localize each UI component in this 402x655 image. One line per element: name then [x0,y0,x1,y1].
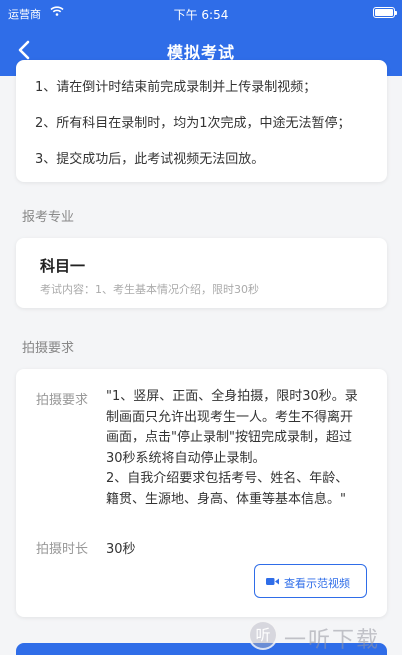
subject-name: 科目一 [40,257,86,275]
requirements-line: 2、自我介绍要求包括考号、姓名、年龄、 [106,471,349,486]
major-section-label: 报考专业 [22,210,75,225]
shooting-requirements-card: 拍摄要求 "1、竖屏、正面、全身拍摄，限时30秒。录 制画面只允许出现考生一人。… [16,369,387,617]
note-item: 2、所有科目在录制时，均为1次完成，中途无法暂停； [35,116,351,131]
watermark-logo: 听 [248,620,278,650]
requirements-line: 画面，点击"停止录制"按钮完成录制，超过 [106,430,352,445]
subject-card[interactable]: 科目一 考试内容：1、考生基本情况介绍，限时30秒 [16,238,387,308]
status-time: 下午 6:54 [173,8,229,22]
status-bar: 运营商 下午 6:54 [0,0,402,26]
duration-value: 30秒 [106,542,136,557]
watermark: 听 一听下载 [248,616,398,654]
note-item: 1、请在倒计时结束前完成录制并上传录制视频； [35,80,317,95]
requirements-text: "1、竖屏、正面、全身拍摄，限时30秒。录 制画面只允许出现考生一人。考生不得离… [106,387,372,510]
requirements-line: 制画面只允许出现考生一人。考生不得离开 [106,409,354,425]
note-item: 3、提交成功后，此考试视频无法回放。 [35,152,265,167]
view-demo-video-button[interactable]: 查看示范视频 [254,564,367,598]
exam-notes-card: 1、请在倒计时结束前完成录制并上传录制视频； 2、所有科目在录制时，均为1次完成… [16,60,387,182]
shooting-section-label: 拍摄要求 [22,341,75,356]
requirements-line: 籍贯、生源地、身高、体重等基本信息。" [106,491,346,507]
requirements-label: 拍摄要求 [36,393,89,408]
battery-icon [373,7,397,18]
demo-button-label: 查看示范视频 [284,577,350,590]
subject-description: 考试内容：1、考生基本情况介绍，限时30秒 [40,283,259,296]
duration-label: 拍摄时长 [36,542,89,557]
video-camera-icon [266,578,279,585]
watermark-text: 一听下载 [284,628,381,653]
requirements-line: 30秒系统将自动停止录制。 [106,450,266,466]
requirements-line: "1、竖屏、正面、全身拍摄，限时30秒。录 [106,389,358,404]
